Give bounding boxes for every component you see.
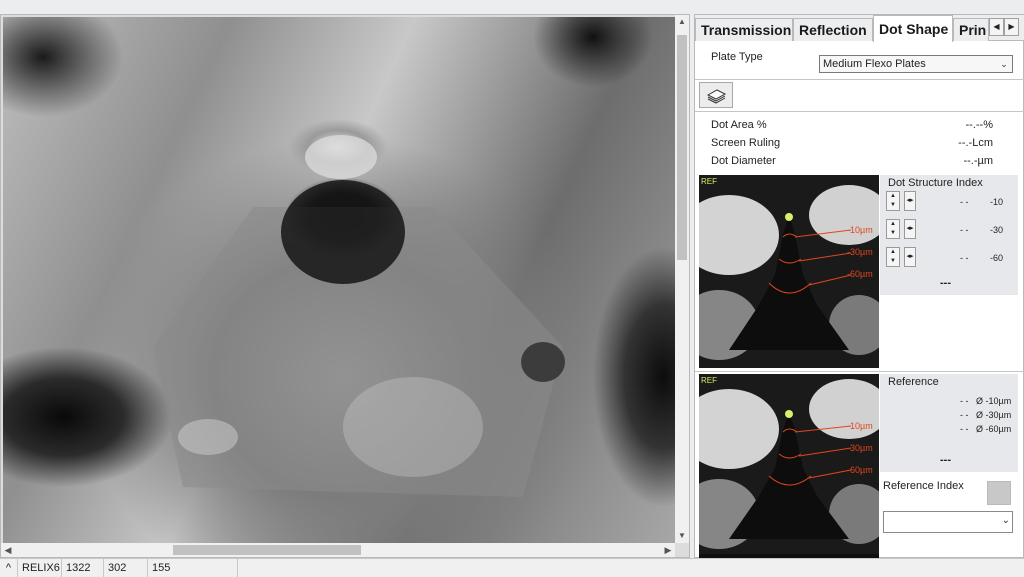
dsi-row3-depth: -60 (990, 253, 1004, 263)
divider (695, 371, 1024, 372)
ref-row3-value: - - (960, 424, 969, 434)
tab-reflection[interactable]: Reflection (793, 18, 873, 41)
status-value: 155 (148, 559, 238, 577)
microscope-image[interactable] (3, 17, 675, 543)
ref-depth-label-30: -30µm (847, 443, 873, 453)
dot-diameter-value: --.-µm (963, 155, 993, 167)
vertical-scrollbar[interactable]: ▲ ▼ (675, 15, 689, 543)
plate-type-value: Medium Flexo Plates (823, 58, 926, 70)
ref-row3-depth: Ø -60µm (976, 424, 1012, 434)
dsi-row1-depth: -10 (990, 197, 1004, 207)
dot-diameter-label: Dot Diameter (711, 155, 776, 167)
dsi-row2-width-toggle[interactable]: ◂▸ (904, 219, 916, 239)
horizontal-scroll-thumb[interactable] (173, 545, 361, 555)
scroll-up-icon[interactable]: ▲ (675, 15, 689, 29)
chevron-down-icon: ⌄ (1001, 515, 1010, 526)
plate-type-select[interactable]: Medium Flexo Plates ⌄ (819, 55, 1013, 73)
ref-depth-label-60: -60µm (847, 465, 873, 475)
expand-icon[interactable]: ^ (0, 559, 18, 577)
layers-icon (706, 89, 727, 104)
depth-label-10: -10µm (847, 225, 873, 235)
depth-label-30: -30µm (847, 247, 873, 257)
reference-index-select[interactable]: ⌄ (883, 511, 1013, 533)
dot-area-label: Dot Area % (711, 119, 767, 131)
tab-transmission[interactable]: Transmission (695, 18, 793, 41)
dot-area-value: --.--% (965, 119, 994, 131)
dot-structure-panel: Dot Structure Index ▲ ▼ ◂▸ - - -10 ▲ ▼ ◂▸ … (880, 175, 1018, 295)
vertical-scroll-thumb[interactable] (677, 35, 687, 260)
layers-button[interactable] (699, 82, 733, 108)
dsi-row2-depth: -30 (990, 225, 1004, 235)
dot-profile-image: -10µm -30µm -60µm (699, 175, 879, 368)
ref-tag: REF (701, 177, 717, 186)
scroll-left-icon[interactable]: ◀ (1, 543, 15, 557)
reference-profile-image: -10µm -30µm -60µm (699, 374, 879, 554)
reference-index-swatch (987, 481, 1011, 505)
tab-dot-shape[interactable]: Dot Shape (873, 15, 953, 42)
ref-row1-depth: Ø -10µm (976, 396, 1012, 406)
status-y: 302 (104, 559, 148, 577)
chevron-right-icon[interactable]: ▶ (1004, 18, 1019, 36)
tab-bar: Transmission Reflection Dot Shape Prin ◀… (695, 15, 1024, 42)
reference-panel: Reference - - Ø -10µm - - Ø -30µm - - Ø … (880, 374, 1018, 472)
horizontal-scrollbar[interactable]: ◀ ▶ (1, 543, 675, 557)
ref-depth-label-10: -10µm (847, 421, 873, 431)
reference-title: Reference (888, 376, 939, 388)
depth-label-60: -60µm (847, 269, 873, 279)
plate-type-label: Plate Type (711, 51, 763, 63)
ref-row2-value: - - (960, 410, 969, 420)
dsi-row1-value: - - (960, 197, 969, 207)
ref-tag: REF (701, 376, 717, 385)
status-bar: ^ RELIX6 1322 302 155 (0, 558, 1024, 577)
dsi-row2-value: - - (960, 225, 969, 235)
screen-ruling-value: --.-Lcm (958, 137, 993, 149)
microscope-image-texture (153, 135, 565, 497)
dot-structure-title: Dot Structure Index (888, 177, 983, 189)
tab-print[interactable]: Prin (953, 18, 989, 41)
ref-row1-value: - - (960, 396, 969, 406)
dsi-row3-stepper[interactable]: ▲ ▼ (886, 247, 900, 267)
measurement-panel: Transmission Reflection Dot Shape Prin ◀… (694, 14, 1024, 567)
dsi-result: --- (940, 277, 951, 289)
screen-ruling-label: Screen Ruling (711, 137, 781, 149)
divider (695, 79, 1024, 80)
reference-index-label: Reference Index (883, 480, 964, 492)
dsi-row3-value: - - (960, 253, 969, 263)
dsi-row1-stepper[interactable]: ▲ ▼ (886, 191, 900, 211)
scroll-right-icon[interactable]: ▶ (661, 543, 675, 557)
dot-structure-thumbnail: -10µm -30µm -60µm REF (699, 175, 879, 368)
scroll-down-icon[interactable]: ▼ (675, 529, 689, 543)
status-camera: RELIX6 (18, 559, 62, 577)
ref-result: --- (940, 454, 951, 466)
dsi-row1-width-toggle[interactable]: ◂▸ (904, 191, 916, 211)
status-x: 1322 (62, 559, 104, 577)
image-viewer[interactable]: ▲ ▼ ◀ ▶ (0, 14, 690, 558)
divider (695, 111, 1024, 112)
chevron-left-icon[interactable]: ◀ (989, 18, 1004, 36)
reference-thumbnail: -10µm -30µm -60µm REF (699, 374, 879, 567)
ref-row2-depth: Ø -30µm (976, 410, 1012, 420)
chevron-down-icon: ⌄ (1000, 59, 1008, 69)
dsi-row2-stepper[interactable]: ▲ ▼ (886, 219, 900, 239)
dsi-row3-width-toggle[interactable]: ◂▸ (904, 247, 916, 267)
